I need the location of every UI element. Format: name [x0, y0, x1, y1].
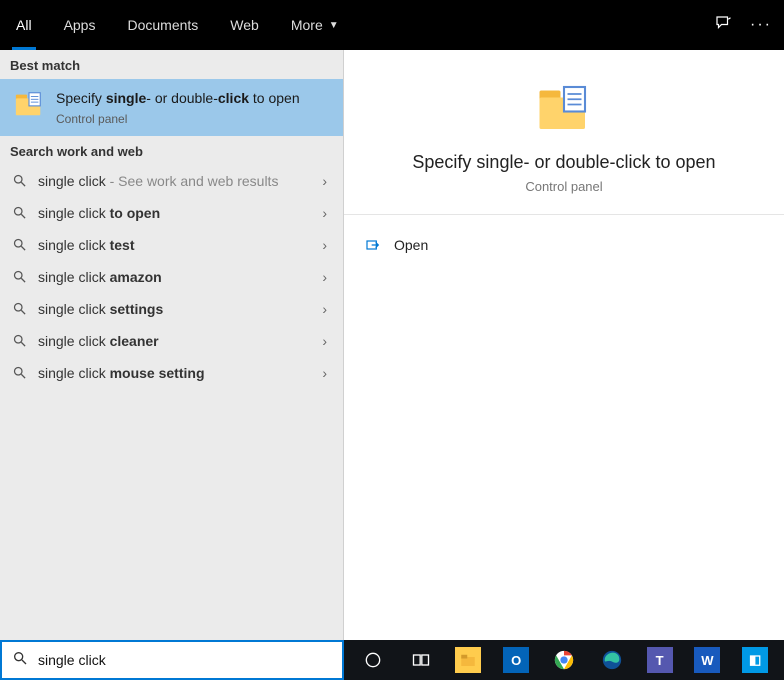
taskbar-word[interactable]: W — [686, 644, 728, 676]
chevron-right-icon[interactable]: › — [316, 269, 333, 285]
chevron-right-icon[interactable]: › — [316, 301, 333, 317]
chevron-down-icon: ▼ — [329, 20, 339, 31]
best-match-subtitle: Control panel — [56, 112, 331, 126]
chevron-right-icon[interactable]: › — [316, 365, 333, 381]
taskbar-cortana[interactable] — [352, 644, 394, 676]
suggestion-item[interactable]: single click cleaner› — [0, 325, 343, 357]
results-left-pane: Best match Specify single- or double-cli… — [0, 50, 344, 640]
suggestion-text: single click - See work and web results — [38, 173, 316, 189]
search-icon — [10, 205, 28, 220]
chevron-right-icon[interactable]: › — [316, 237, 333, 253]
suggestion-text: single click cleaner — [38, 333, 316, 349]
suggestion-item[interactable]: single click to open› — [0, 197, 343, 229]
taskbar-teams[interactable]: T — [639, 644, 681, 676]
tab-label: Documents — [127, 17, 198, 33]
best-match-result[interactable]: Specify single- or double-click to open … — [0, 79, 343, 136]
more-options-icon[interactable]: ··· — [750, 16, 772, 34]
suggestion-text: single click to open — [38, 205, 316, 221]
search-box[interactable] — [0, 640, 344, 680]
open-action[interactable]: Open — [350, 229, 778, 261]
control-panel-folder-icon — [14, 89, 44, 119]
search-icon — [12, 650, 28, 671]
search-icon — [10, 269, 28, 284]
control-panel-folder-icon — [536, 80, 592, 136]
suggestion-text: single click amazon — [38, 269, 316, 285]
tab-web[interactable]: Web — [214, 0, 275, 50]
tab-label: Apps — [64, 17, 96, 33]
section-best-match: Best match — [0, 50, 343, 79]
suggestion-item[interactable]: single click test› — [0, 229, 343, 261]
chevron-right-icon[interactable]: › — [316, 173, 333, 189]
search-icon — [10, 237, 28, 252]
taskbar-outlook[interactable]: O — [495, 644, 537, 676]
suggestion-item[interactable]: single click - See work and web results› — [0, 165, 343, 197]
suggestion-item[interactable]: single click amazon› — [0, 261, 343, 293]
chevron-right-icon[interactable]: › — [316, 333, 333, 349]
search-icon — [10, 365, 28, 380]
search-icon — [10, 333, 28, 348]
result-detail-pane: Specify single- or double-click to open … — [344, 50, 784, 640]
best-match-title: Specify single- or double-click to open — [56, 89, 331, 108]
suggestion-list: single click - See work and web results›… — [0, 165, 343, 389]
tab-documents[interactable]: Documents — [111, 0, 214, 50]
tab-label: Web — [230, 17, 259, 33]
tab-all[interactable]: All — [0, 0, 48, 50]
detail-title: Specify single- or double-click to open — [412, 152, 715, 173]
tab-more[interactable]: More ▼ — [275, 0, 355, 50]
taskbar-chrome[interactable] — [543, 644, 585, 676]
open-label: Open — [394, 237, 428, 253]
search-filter-bar: All Apps Documents Web More ▼ ··· — [0, 0, 784, 50]
section-work-web: Search work and web — [0, 136, 343, 165]
feedback-icon[interactable] — [714, 14, 732, 37]
taskbar: O T W ◧ — [344, 640, 784, 680]
chevron-right-icon[interactable]: › — [316, 205, 333, 221]
suggestion-item[interactable]: single click settings› — [0, 293, 343, 325]
suggestion-item[interactable]: single click mouse setting› — [0, 357, 343, 389]
suggestion-text: single click test — [38, 237, 316, 253]
search-icon — [10, 301, 28, 316]
taskbar-file-explorer[interactable] — [448, 644, 490, 676]
tab-label: More — [291, 17, 323, 33]
tab-label: All — [16, 17, 32, 33]
suggestion-text: single click mouse setting — [38, 365, 316, 381]
open-icon — [364, 237, 382, 253]
tab-apps[interactable]: Apps — [48, 0, 112, 50]
suggestion-text: single click settings — [38, 301, 316, 317]
taskbar-task-view[interactable] — [400, 644, 442, 676]
detail-subtitle: Control panel — [525, 179, 602, 194]
taskbar-app[interactable]: ◧ — [734, 644, 776, 676]
search-icon — [10, 173, 28, 188]
search-input[interactable] — [38, 652, 332, 668]
taskbar-edge[interactable] — [591, 644, 633, 676]
